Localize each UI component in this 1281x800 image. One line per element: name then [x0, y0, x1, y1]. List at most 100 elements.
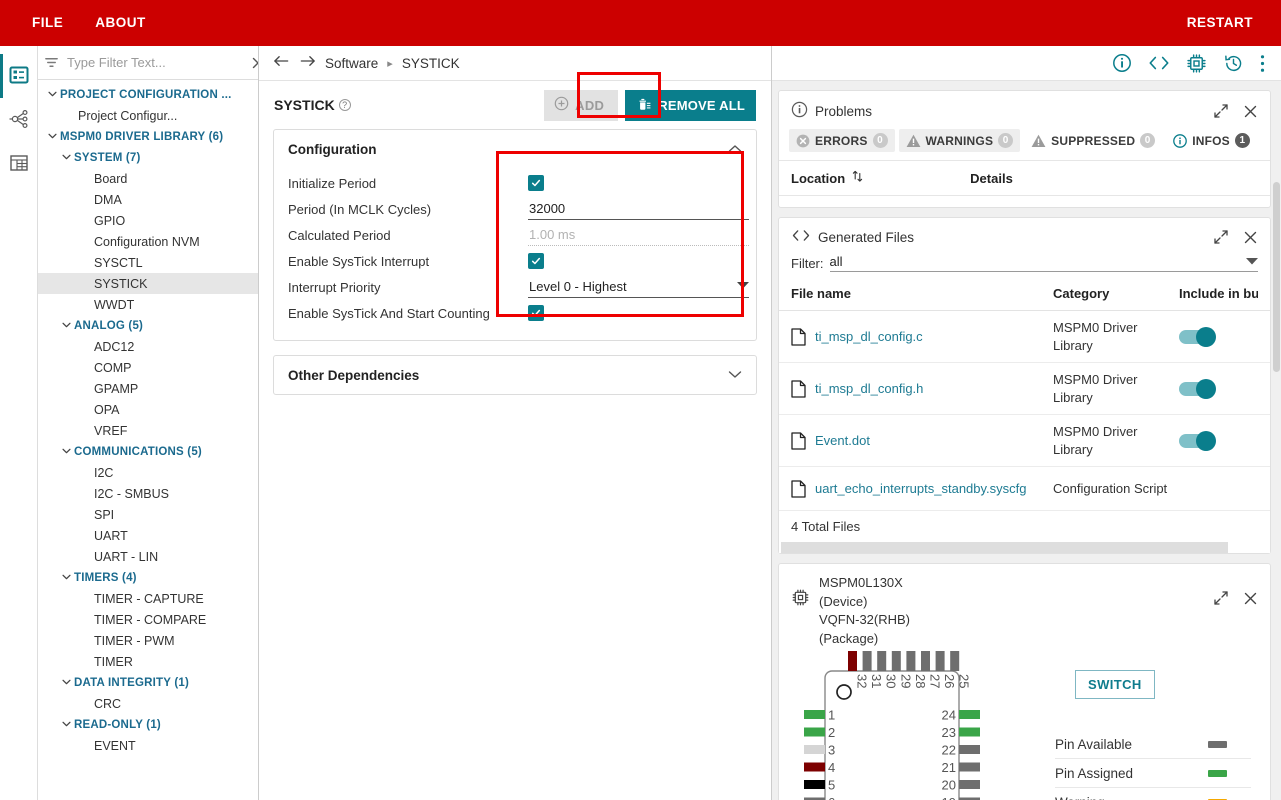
other-dependencies-header[interactable]: Other Dependencies	[274, 356, 756, 394]
tree-item-project-configur[interactable]: Project Configur...1/1	[38, 105, 258, 126]
input-period-in-mclk-cycles[interactable]	[528, 199, 749, 220]
chevron-down-icon[interactable]	[58, 321, 74, 331]
help-icon[interactable]: ?	[339, 99, 351, 111]
tree-group-read-only-1[interactable]: READ-ONLY (1)	[38, 714, 258, 735]
tree-item-dma[interactable]: DMA	[38, 189, 258, 210]
tree-item-spi[interactable]: SPI	[38, 504, 258, 525]
problems-chip-errors[interactable]: ERRORS0	[789, 129, 895, 152]
tree-item-timer-pwm[interactable]: TIMER - PWM	[38, 630, 258, 651]
chevron-down-icon[interactable]	[44, 90, 60, 100]
tree-filter-input[interactable]	[65, 54, 245, 71]
tree-item-systick[interactable]: SYSTICK1/1	[38, 273, 258, 294]
info-circle-icon[interactable]	[1112, 53, 1132, 73]
tree-item-board[interactable]: Board1/1	[38, 168, 258, 189]
tree-item-opa[interactable]: OPA	[38, 399, 258, 420]
close-icon[interactable]	[1243, 591, 1258, 606]
tree-group-analog-5[interactable]: ANALOG (5)	[38, 315, 258, 336]
tree-item-adc12[interactable]: ADC12	[38, 336, 258, 357]
include-in-build-toggle[interactable]	[1179, 382, 1213, 396]
tree-item-uart[interactable]: UART1/2	[38, 525, 258, 546]
generated-files-total: 4 Total Files	[779, 511, 1270, 542]
chevron-down-icon[interactable]	[58, 720, 74, 730]
code-brackets-icon[interactable]	[1148, 54, 1170, 72]
file-name-link[interactable]: Event.dot	[815, 433, 870, 448]
checkbox-enable-systick-and-start-counting[interactable]	[528, 305, 544, 321]
tree-item-timer-capture[interactable]: TIMER - CAPTURE	[38, 588, 258, 609]
chevron-down-icon[interactable]	[728, 368, 742, 382]
chevron-down-icon[interactable]	[58, 678, 74, 688]
pin-label-28: 28	[913, 674, 928, 688]
tree-group-data-integrity-1[interactable]: DATA INTEGRITY (1)	[38, 672, 258, 693]
tree-item-label: UART - LIN	[94, 550, 158, 564]
tree-group-mspm0-driver-library-6[interactable]: MSPM0 DRIVER LIBRARY (6)	[38, 126, 258, 147]
tree-group-timers-4[interactable]: TIMERS (4)	[38, 567, 258, 588]
include-in-build-toggle[interactable]	[1179, 434, 1213, 448]
select-interrupt-priority[interactable]: Level 0 - Highest	[528, 277, 749, 298]
pin-label-29: 29	[898, 674, 913, 688]
problems-chip-infos[interactable]: INFOS1	[1166, 129, 1257, 152]
tree-item-configuration-nvm[interactable]: Configuration NVM	[38, 231, 258, 252]
tree-item-timer[interactable]: TIMER	[38, 651, 258, 672]
tree-item-label: EVENT	[94, 739, 136, 753]
tree-group-system-7[interactable]: SYSTEM (7)	[38, 147, 258, 168]
tree-group-project-configuration[interactable]: PROJECT CONFIGURATION ...	[38, 84, 258, 105]
expand-diagonal-icon[interactable]	[1213, 229, 1229, 245]
close-icon[interactable]	[251, 56, 259, 70]
rail-item-memory[interactable]	[0, 142, 38, 186]
chevron-down-icon[interactable]	[58, 153, 74, 163]
expand-diagonal-icon[interactable]	[1213, 103, 1229, 119]
filter-select[interactable]: all	[830, 254, 1259, 272]
arrow-right-icon[interactable]	[299, 54, 316, 72]
more-vertical-icon[interactable]	[1260, 54, 1265, 73]
vscrollbar-thumb[interactable]	[1273, 182, 1280, 372]
menu-file[interactable]: FILE	[16, 0, 79, 46]
tree-item-sysctl[interactable]: SYSCTL1/1	[38, 252, 258, 273]
chevron-down-icon[interactable]	[44, 132, 60, 142]
checkbox-initialize-period[interactable]	[528, 175, 544, 191]
close-icon[interactable]	[1243, 230, 1258, 245]
menu-about[interactable]: ABOUT	[79, 0, 162, 46]
tree-item-uart-lin[interactable]: UART - LIN	[38, 546, 258, 567]
file-name-link[interactable]: ti_msp_dl_config.h	[815, 381, 923, 396]
tree-item-wwdt[interactable]: WWDT	[38, 294, 258, 315]
chevron-down-icon[interactable]	[58, 447, 74, 457]
hscrollbar-thumb[interactable]	[781, 542, 1228, 553]
chevron-down-icon[interactable]	[58, 573, 74, 583]
tree-item-i2c[interactable]: I2C	[38, 462, 258, 483]
history-clock-icon[interactable]	[1223, 53, 1244, 74]
restart-button[interactable]: RESTART	[1171, 0, 1269, 46]
close-icon[interactable]	[1243, 104, 1258, 119]
file-name-link[interactable]: ti_msp_dl_config.c	[815, 329, 923, 344]
package-pin-diagram[interactable]: 1234567824232221201918173231302928272625…	[793, 650, 1053, 800]
problems-chip-suppressed[interactable]: SUPPRESSED0	[1024, 129, 1162, 152]
switch-button[interactable]: SWITCH	[1075, 670, 1155, 699]
filter-icon[interactable]	[44, 55, 59, 70]
rail-item-software[interactable]	[0, 54, 38, 98]
add-button[interactable]: ADD	[544, 90, 618, 121]
tree-item-gpio[interactable]: GPIO1	[38, 210, 258, 231]
include-in-build-toggle[interactable]	[1179, 330, 1213, 344]
tree-item-label: SYSCTL	[94, 256, 143, 270]
problems-chip-warnings[interactable]: WARNINGS0	[899, 129, 1021, 152]
tree-item-timer-compare[interactable]: TIMER - COMPARE	[38, 609, 258, 630]
generated-files-hscrollbar[interactable]	[779, 542, 1270, 553]
rail-item-hardware[interactable]	[0, 98, 38, 142]
tree-item-comp[interactable]: COMP	[38, 357, 258, 378]
tree-item-i2c-smbus[interactable]: I2C - SMBUS	[38, 483, 258, 504]
file-name-link[interactable]: uart_echo_interrupts_standby.syscfg	[815, 481, 1027, 496]
expand-diagonal-icon[interactable]	[1213, 590, 1229, 606]
sort-arrows-icon[interactable]	[852, 170, 863, 186]
arrow-left-icon[interactable]	[273, 54, 290, 72]
tree-item-crc[interactable]: CRC	[38, 693, 258, 714]
checkbox-enable-systick-interrupt[interactable]	[528, 253, 544, 269]
right-panel-vscrollbar[interactable]	[1272, 82, 1281, 800]
breadcrumb-root[interactable]: Software	[325, 56, 378, 71]
tree-group-communications-5[interactable]: COMMUNICATIONS (5)	[38, 441, 258, 462]
chevron-up-icon[interactable]	[728, 142, 742, 156]
tree-item-gpamp[interactable]: GPAMP	[38, 378, 258, 399]
chip-icon[interactable]	[1186, 53, 1207, 74]
tree-item-event[interactable]: EVENT1/1	[38, 735, 258, 756]
remove-all-button[interactable]: REMOVE ALL	[625, 90, 756, 121]
configuration-card-header[interactable]: Configuration	[274, 130, 756, 168]
tree-item-vref[interactable]: VREF	[38, 420, 258, 441]
